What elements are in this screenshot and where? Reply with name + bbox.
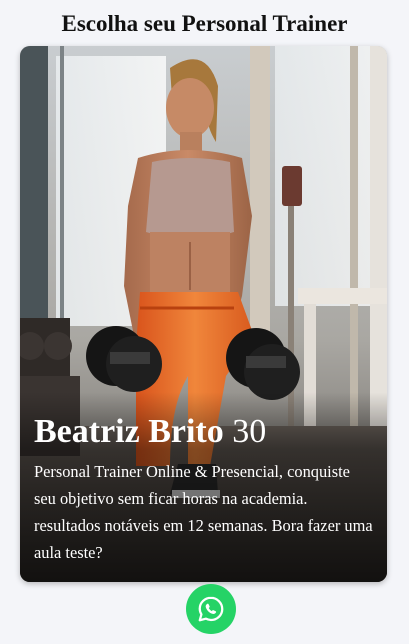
trainer-name-line: Beatriz Brito 30 <box>34 412 266 452</box>
trainer-name: Beatriz Brito <box>34 413 224 450</box>
trainer-description: Personal Trainer Online & Presencial, co… <box>34 462 373 562</box>
page-title: Escolha seu Personal Trainer <box>61 11 348 36</box>
trainer-card[interactable]: Beatriz Brito 30 Personal Trainer Online… <box>20 46 387 582</box>
whatsapp-icon <box>198 596 224 622</box>
trainer-age: 30 <box>232 413 267 450</box>
whatsapp-button[interactable] <box>186 584 236 634</box>
